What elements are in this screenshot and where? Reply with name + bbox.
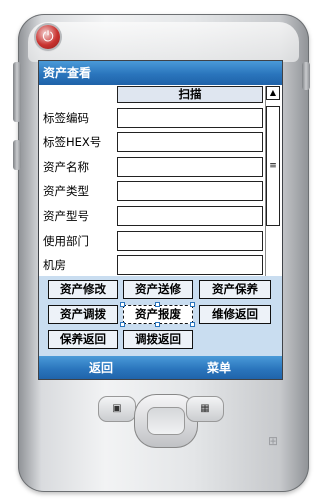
field-label: 标签HEX号 — [43, 135, 102, 149]
dpad-center-button[interactable] — [147, 407, 185, 435]
asset-maintain-button[interactable]: 资产保养 — [199, 280, 271, 299]
field-asset-type: 资产类型 — [43, 181, 265, 201]
tag-hex-input[interactable] — [117, 132, 263, 152]
vertical-scrollbar[interactable]: ▲ ≡ — [265, 86, 280, 276]
field-label: 资产型号 — [43, 209, 89, 223]
windows-logo-icon: ⊞ — [268, 434, 279, 448]
window-title: 资产查看 — [39, 61, 282, 85]
field-label: 资产类型 — [43, 184, 89, 198]
selection-handle — [155, 322, 160, 327]
asset-send-repair-button[interactable]: 资产送修 — [123, 280, 193, 299]
field-asset-model: 资产型号 — [43, 206, 265, 226]
field-label: 使用部门 — [43, 234, 89, 248]
side-grip-left — [13, 62, 21, 122]
device-screen: 资产查看 扫描 标签编码 标签HEX号 资产名称 资产类型 资产型号 使用部门 … — [38, 60, 283, 380]
department-input[interactable] — [117, 231, 263, 251]
left-softkey-icon[interactable]: ▣ — [98, 396, 136, 422]
scroll-thumb[interactable]: ≡ — [266, 106, 280, 226]
side-button-left[interactable] — [13, 140, 21, 170]
selection-handle — [155, 302, 160, 307]
soft-key-menubar: 返回 菜单 — [39, 356, 282, 379]
asset-transfer-button[interactable]: 资产调拨 — [48, 305, 118, 324]
scan-button[interactable]: 扫描 — [117, 86, 263, 103]
scroll-up-arrow-icon[interactable]: ▲ — [266, 86, 280, 100]
selection-handle — [120, 302, 125, 307]
asset-name-input[interactable] — [117, 157, 263, 177]
selection-handle — [190, 302, 195, 307]
selection-handle — [120, 322, 125, 327]
field-label: 机房 — [43, 258, 66, 272]
field-label: 资产名称 — [43, 160, 89, 174]
right-softkey-icon[interactable]: ▦ — [186, 396, 224, 422]
asset-model-input[interactable] — [117, 206, 263, 226]
field-room: 机房 — [43, 255, 265, 275]
tag-code-input[interactable] — [117, 108, 263, 128]
power-icon[interactable]: ⏻ — [36, 25, 60, 49]
action-button-panel: 资产修改 资产送修 资产保养 资产调拨 资产报废 维修返回 保养返回 调拨返回 — [39, 276, 282, 356]
transfer-return-button[interactable]: 调拨返回 — [123, 330, 193, 349]
selection-handle — [190, 322, 195, 327]
field-asset-name: 资产名称 — [43, 157, 265, 177]
side-button-right[interactable] — [302, 62, 310, 90]
asset-type-input[interactable] — [117, 181, 263, 201]
field-department: 使用部门 — [43, 231, 265, 251]
field-tag-code: 标签编码 — [43, 108, 265, 128]
maintain-return-button[interactable]: 保养返回 — [48, 330, 118, 349]
back-softkey[interactable]: 返回 — [61, 356, 141, 379]
repair-return-button[interactable]: 维修返回 — [199, 305, 271, 324]
field-label: 标签编码 — [43, 111, 89, 125]
field-tag-hex: 标签HEX号 — [43, 132, 265, 152]
room-input[interactable] — [117, 255, 263, 275]
menu-softkey[interactable]: 菜单 — [179, 356, 259, 379]
asset-modify-button[interactable]: 资产修改 — [48, 280, 118, 299]
